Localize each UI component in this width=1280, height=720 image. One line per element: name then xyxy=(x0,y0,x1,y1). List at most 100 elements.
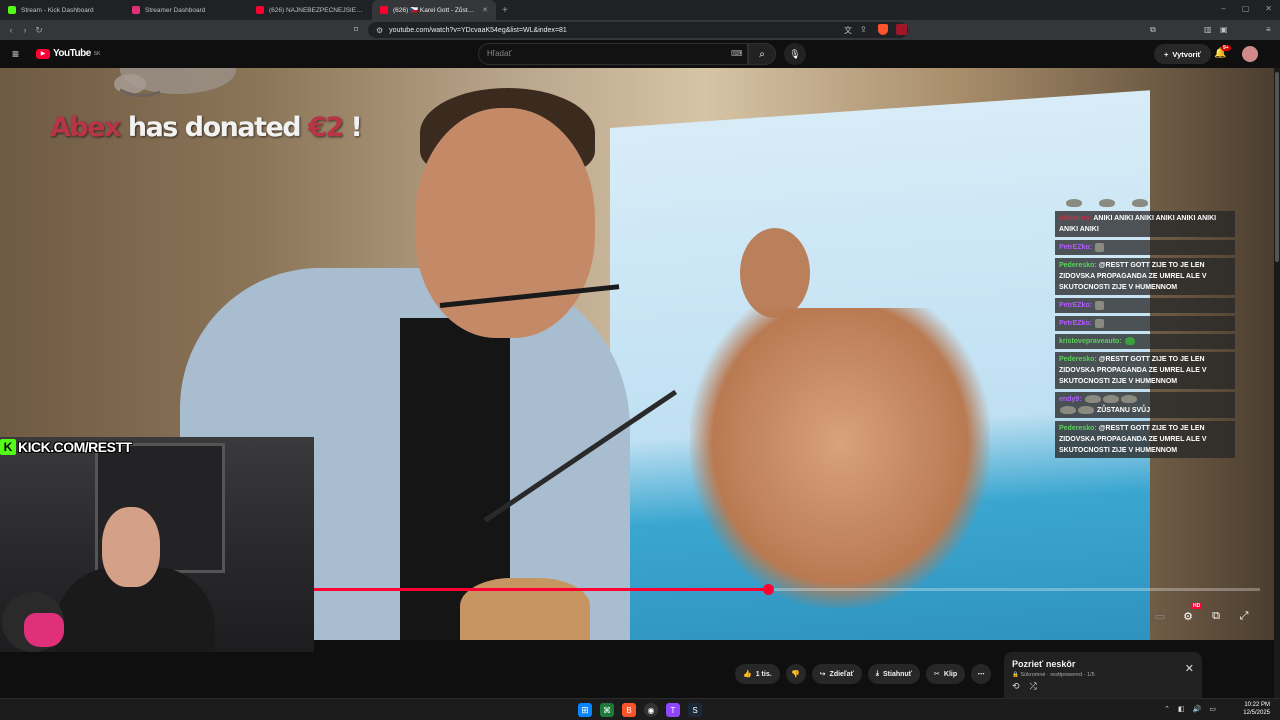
translate-icon[interactable]: 文 xyxy=(844,25,852,36)
fullscreen-icon[interactable]: ⤢ xyxy=(1234,606,1254,626)
steam-icon[interactable]: S xyxy=(688,703,702,717)
brave-shield-icon[interactable] xyxy=(878,24,888,35)
close-icon[interactable]: ✕ xyxy=(1185,662,1194,675)
obs-icon[interactable]: ◉ xyxy=(644,703,658,717)
heart-icon xyxy=(24,613,64,647)
kick-url-badge: K KICK.COM/RESTT xyxy=(0,438,132,456)
dislike-button[interactable]: 👎 xyxy=(785,664,806,684)
scissors-icon: ✂ xyxy=(934,671,940,678)
network-icon[interactable]: ◧ xyxy=(1178,705,1185,713)
chat-username: Akbatros: xyxy=(1059,215,1092,222)
voice-search-button[interactable]: 🎙 xyxy=(784,43,806,65)
share-button[interactable]: ↪ Zdieľať xyxy=(811,664,862,684)
youtube-play-icon: ▶ xyxy=(36,48,50,59)
volume-icon[interactable]: 🔊 xyxy=(1193,705,1202,713)
windows-start-icon[interactable]: ⊞ xyxy=(578,703,592,717)
tab-label: (626) NAJNEBEZPEČNEJŠIE ULICE AR... xyxy=(269,6,364,14)
reload-icon[interactable]: ↻ xyxy=(32,25,46,36)
share-icon[interactable]: ⇪ xyxy=(860,25,867,34)
sidebar-icon[interactable]: ▥ xyxy=(1204,25,1212,34)
wallet-icon[interactable]: ▣ xyxy=(1220,25,1228,34)
hamburger-menu-icon[interactable]: ≡ xyxy=(12,47,19,61)
chat-message: endy9: ZŮSTANU SVŮJ xyxy=(1055,392,1235,418)
tray-chevron-icon[interactable]: ⌃ xyxy=(1164,705,1170,713)
video-progress-bar[interactable] xyxy=(314,584,1260,595)
browser-tab-youtube-active[interactable]: (626) 🇨🇿 Karel Gott - Zůstanu... ✕ xyxy=(372,0,496,20)
browser-tab-kick[interactable]: Stream - Kick Dashboard xyxy=(0,0,124,20)
terminal-icon[interactable]: ⌘ xyxy=(600,703,614,717)
clip-label: Klip xyxy=(943,670,958,678)
forward-icon[interactable]: › xyxy=(18,25,32,35)
youtube-favicon-icon xyxy=(256,6,264,14)
video-actions: 👍 1 tis. 👎 ↪ Zdieľať ⤓ Stiahnuť ✂ Klip ⋯ xyxy=(735,664,992,684)
bookmark-icon[interactable]: ⌑ xyxy=(354,25,358,34)
avatar[interactable] xyxy=(1242,46,1258,62)
download-button[interactable]: ⤓ Stiahnuť xyxy=(867,664,921,684)
loop-icon[interactable]: ⟲ xyxy=(1012,681,1020,692)
like-count: 1 tis. xyxy=(755,670,772,678)
keyboard-icon[interactable]: ⌨ xyxy=(731,49,743,58)
minimize-icon[interactable]: – xyxy=(1221,4,1225,13)
chat-username: Pederesko: xyxy=(1059,262,1097,269)
shuffle-icon[interactable]: ⤮ xyxy=(1030,681,1037,692)
seal-mascot-icon xyxy=(114,68,236,97)
search-button[interactable]: ⌕ xyxy=(748,43,776,65)
emote-icon xyxy=(1124,337,1135,346)
like-button[interactable]: 👍 1 tis. xyxy=(735,664,780,684)
thumbs-down-icon: 👎 xyxy=(791,671,801,678)
seal-emote-icon xyxy=(1060,406,1076,415)
chat-message: PetrEZko: xyxy=(1055,298,1235,313)
scrollbar-thumb[interactable] xyxy=(1275,72,1279,262)
system-tray: ⌃ ◧ 🔊 ▭ xyxy=(1164,705,1216,713)
chat-username: Pederesko: xyxy=(1059,356,1097,363)
notification-count-badge: 9+ xyxy=(1221,45,1231,51)
menu-icon[interactable]: ≡ xyxy=(1266,25,1271,34)
webcam-overlay xyxy=(0,437,314,652)
settings-gear-icon[interactable]: ⚙ xyxy=(1178,606,1198,626)
site-info-icon[interactable]: ⚙ xyxy=(376,26,383,35)
chat-username: PetrEZko: xyxy=(1059,244,1093,251)
search-input[interactable]: Hľadať xyxy=(478,43,748,65)
clip-button[interactable]: ✂ Klip xyxy=(926,664,966,684)
chat-username: PetrEZko: xyxy=(1059,302,1093,309)
browser-tab-strip: Stream - Kick Dashboard Streamer Dashboa… xyxy=(0,0,1280,20)
close-tab-icon[interactable]: ✕ xyxy=(482,6,488,14)
chat-message: Pederesko: @RESTT GOTT ZIJE TO JE LEN ZI… xyxy=(1055,421,1235,458)
stream-chat-overlay: Akbatros: ANIKI ANIKI ANIKI ANIKI ANIKI … xyxy=(1055,198,1235,461)
create-button[interactable]: + Vytvoriť xyxy=(1154,44,1212,64)
donation-end: ! xyxy=(342,112,363,143)
subtitles-icon[interactable]: ▭ xyxy=(1150,606,1170,626)
donation-alert: Abex has donated €2 ! xyxy=(50,112,363,143)
clock-date: 12/5/2025 xyxy=(1243,710,1270,716)
youtube-logo[interactable]: ▶ YouTube SK xyxy=(36,48,100,59)
playlist-subtitle: 🔒 Súkromné · resttpowered · 1/5 xyxy=(1012,672,1194,678)
taskbar-clock[interactable]: 10:22 PM 12/5/2025 xyxy=(1243,701,1270,717)
back-icon[interactable]: ‹ xyxy=(4,25,18,35)
brave-rewards-icon[interactable] xyxy=(896,24,907,35)
more-actions-button[interactable]: ⋯ xyxy=(971,664,992,684)
miniplayer-icon[interactable]: ⧉ xyxy=(1206,606,1226,626)
browser-tab-youtube-1[interactable]: (626) NAJNEBEZPEČNEJŠIE ULICE AR... xyxy=(248,0,372,20)
battery-icon[interactable]: ▭ xyxy=(1209,705,1216,713)
maximize-icon[interactable]: ▢ xyxy=(1242,4,1250,13)
chat-username: Pederesko: xyxy=(1059,425,1097,432)
chat-message: Pederesko: @RESTT GOTT ZIJE TO JE LEN ZI… xyxy=(1055,352,1235,389)
chat-emote-row xyxy=(1055,198,1235,209)
seal-emote-icon xyxy=(1084,395,1101,404)
search-icon: ⌕ xyxy=(759,48,765,60)
chat-text: ZŮSTANU SVŮJ xyxy=(1096,407,1151,414)
thumbs-up-icon: 👍 xyxy=(743,671,752,678)
lock-icon: 🔒 xyxy=(1012,672,1019,678)
seal-emote-icon xyxy=(1102,395,1119,404)
kick-url-text: KICK.COM/RESTT xyxy=(18,439,132,455)
extensions-icon[interactable]: ⧉ xyxy=(1150,25,1156,35)
brave-browser-icon[interactable]: B xyxy=(622,703,636,717)
window-controls: – ▢ ✕ xyxy=(1221,4,1272,13)
url-field[interactable]: ⚙ youtube.com/watch?v=YDcvaaK54eg&list=W… xyxy=(368,22,908,38)
browser-tab-streamer[interactable]: Streamer Dashboard xyxy=(124,0,248,20)
twitch-icon[interactable]: T xyxy=(666,703,680,717)
chat-message: PetrEZko: xyxy=(1055,316,1235,331)
progress-scrubber[interactable] xyxy=(763,584,775,595)
close-window-icon[interactable]: ✕ xyxy=(1265,4,1272,13)
new-tab-icon[interactable]: + xyxy=(496,5,514,16)
